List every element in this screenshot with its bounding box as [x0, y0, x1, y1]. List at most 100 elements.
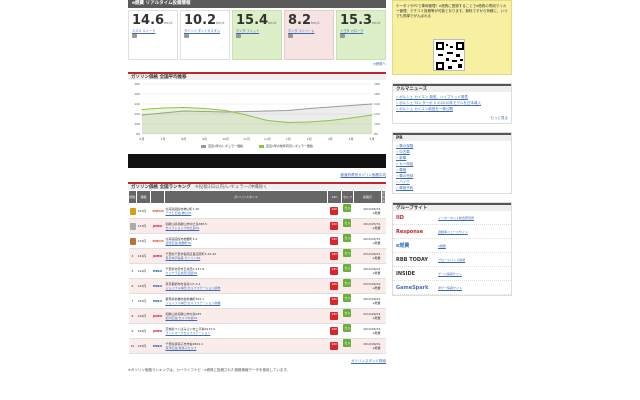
- realtime-card[interactable]: 8.2km/L ホンダ ストリーム: [284, 10, 334, 60]
- data-point: [287, 109, 289, 112]
- group-site-link[interactable]: 自動車ニュースサイト: [438, 230, 468, 234]
- self-service-badge: セルフ: [343, 309, 352, 323]
- realtime-cards: 14.6km/L スズキ ルシード 10.2km/L ダイハツ タントカスタム 15.4…: [128, 10, 386, 60]
- group-site-row[interactable]: IID インターネット総合研究所: [393, 211, 511, 225]
- news-more-link[interactable]: もっと見る: [393, 114, 511, 123]
- station-name-link[interactable]: ランドマークセルフステーション: [166, 331, 327, 335]
- pr-item[interactable]: 車検予約: [396, 185, 508, 191]
- rank-cell: 5: [128, 263, 137, 279]
- post-user: e燃費: [372, 301, 381, 305]
- brand-cell: ENEOS: [150, 203, 165, 219]
- spacer-cell: [381, 218, 386, 234]
- open-24h-cell: 24h: [327, 233, 342, 249]
- group-site-link[interactable]: インターネット総合研究所: [438, 216, 474, 220]
- group-site-link[interactable]: ゲーム情報サイト: [438, 272, 462, 276]
- data-point: [287, 121, 289, 124]
- spacer-cell: [381, 278, 386, 294]
- card-meta: [340, 34, 382, 38]
- group-site-row[interactable]: e燃費 e燃費: [393, 239, 511, 253]
- ranking-column-header: 投稿者: [380, 190, 387, 204]
- date-cell: 2010/05/31 e燃費: [353, 233, 382, 249]
- realtime-more-link[interactable]: e燃費へ: [128, 62, 386, 68]
- open-24h-cell: 24h: [327, 293, 342, 309]
- realtime-card[interactable]: 14.6km/L スズキ ルシード: [128, 10, 178, 60]
- station-name-link[interactable]: ジョイフル本田 セルフステーション前橋: [166, 301, 327, 305]
- group-site-row[interactable]: INSIDE ゲーム情報サイト: [393, 267, 511, 281]
- group-site-link[interactable]: ブロードバンド情報: [438, 258, 465, 262]
- realtime-card[interactable]: 10.2km/L ダイハツ タントカスタム: [180, 10, 230, 60]
- data-point: [350, 117, 352, 119]
- group-logo-icon[interactable]: RBB TODAY: [396, 257, 438, 263]
- date-cell: 2010/06/01 e燃費: [353, 338, 382, 354]
- station-name-link[interactable]: 道南石油 桔梗町SS: [166, 241, 327, 245]
- ranking-row[interactable]: 8 126円 JOMO 和歌山県和歌山市中島635 紀州石油 セルフ中島SS 24h セルフ…: [128, 308, 386, 324]
- ranking-row[interactable]: 123円 ENEOS 北海道函館市神山町7-20 アサヒ石油 神山SS 24h セルフ 20…: [128, 203, 386, 219]
- x-tick-label: 11月: [243, 137, 250, 141]
- data-point: [183, 106, 185, 109]
- station-name-link[interactable]: カジウラ五井西 国道SS: [166, 271, 327, 275]
- ranking-row[interactable]: 123円 JOMO 和歌山県和歌山市中之島388-5 セルフショップ中之島SS 24h セ…: [128, 218, 386, 234]
- station-name-link[interactable]: 東洋石油 我孫子セルフ: [166, 346, 327, 350]
- data-point: [308, 121, 310, 123]
- open-24h-cell: 24h: [327, 323, 342, 339]
- group-site-row[interactable]: RBB TODAY ブロードバンド情報: [393, 253, 511, 267]
- ranking-row[interactable]: 7 125円 ESSO 群馬県前橋市新前橋町556-1 ジョイフル本田 セルフステーショ…: [128, 293, 386, 309]
- station-search-link[interactable]: ガソリンスタンド検索: [128, 358, 386, 364]
- legend-swatch-icon: [201, 144, 207, 148]
- ranking-row[interactable]: 4 124円 JOMO 千葉県千葉市稲毛区長沼原町5-24-20 東日本宇佐美 ガソリン…: [128, 248, 386, 264]
- ranking-row[interactable]: 5 124円 ESSO 千葉県市原市五井西1-237-8 カジウラ五井西 国道SS 24h…: [128, 263, 386, 279]
- fuel-economy-unit: km/L: [311, 21, 320, 25]
- realtime-card[interactable]: 15.3km/L トヨタ カローラ: [336, 10, 386, 60]
- rank-cell: 10: [128, 338, 137, 354]
- x-tick-label: 9月: [202, 137, 207, 141]
- data-point: [266, 119, 269, 122]
- ranking-row[interactable]: 9 126円 JOMO 茨城県つくばみらい市上平柳1915-5 ランドマークセルフステー…: [128, 323, 386, 339]
- brand-cell: JOMO: [150, 248, 165, 264]
- prefecture-average-link[interactable]: 都道府県別ガソリン価格平均: [128, 172, 387, 178]
- y-tick-label: 100: [134, 122, 140, 126]
- brand-logo-icon: ENEOS: [152, 209, 164, 213]
- open-24h-cell: 24h: [327, 263, 342, 279]
- station-name-link[interactable]: 東日本宇佐美 ガソリンSS: [166, 256, 327, 260]
- ranking-row[interactable]: 123円 ENEOS 北海道函館市桔梗町3-2 道南石油 桔梗町SS 24h セルフ 201…: [128, 233, 386, 249]
- group-site-link[interactable]: 洋ゲー情報サイト: [438, 286, 462, 290]
- group-logo-icon[interactable]: INSIDE: [396, 271, 438, 277]
- ranking-row[interactable]: 6 125円 ESSO 東京都調布市多摩川7-3-4 ジョイフル本田 セルフステーション…: [128, 278, 386, 294]
- group-site-link[interactable]: e燃費: [438, 244, 446, 248]
- news-item[interactable]: ポルシェ カイエン新型を一挙公開: [396, 106, 508, 112]
- x-tick-label: 2月: [307, 137, 312, 141]
- group-logo-icon[interactable]: Response: [396, 229, 438, 235]
- ranking-row[interactable]: 10 126円 ESSO 千葉県我孫子市布佐2804-1 東洋石油 我孫子セルフ 24h セ…: [128, 338, 386, 354]
- station-cell: 茨城県つくばみらい市上平柳1915-5 ランドマークセルフステーション: [164, 323, 328, 339]
- group-site-row[interactable]: Response 自動車ニュースサイト: [393, 225, 511, 239]
- group-logo-icon[interactable]: GameSpark: [396, 285, 438, 291]
- realtime-card[interactable]: 15.4km/L ホンダ フィット: [232, 10, 282, 60]
- spacer-cell: [381, 293, 386, 309]
- mobile-ad[interactable]: ケータイやPCで車両管理！e燃費に登録することでe燃費の専用マイカー管理、クチコ…: [392, 0, 512, 75]
- y-tick-label-right: 180: [374, 82, 380, 86]
- price-cell: 126円: [136, 308, 151, 324]
- station-name-link[interactable]: 紀州石油 セルフ中島SS: [166, 316, 327, 320]
- brand-logo-icon: ESSO: [153, 299, 162, 303]
- self-service-cell: セルフ: [341, 203, 354, 219]
- car-model-link[interactable]: ダイハツ タントカスタム: [184, 29, 226, 34]
- price-cell: 126円: [136, 338, 151, 354]
- fuel-economy-value: 8.2: [288, 13, 312, 28]
- station-name-link[interactable]: ジョイフル本田 セルフステーション調布: [166, 286, 327, 290]
- open-24h-badge: 24h: [330, 282, 339, 290]
- y-tick-label-right: 140: [374, 102, 380, 106]
- self-service-badge: セルフ: [343, 204, 352, 218]
- station-name-link[interactable]: アサヒ石油 神山SS: [166, 211, 327, 215]
- open-24h-cell: 24h: [327, 308, 342, 324]
- group-site-row[interactable]: GameSpark 洋ゲー情報サイト: [393, 281, 511, 295]
- station-cell: 千葉県我孫子市布佐2804-1 東洋石油 我孫子セルフ: [164, 338, 328, 354]
- open-24h-badge: 24h: [330, 312, 339, 320]
- group-logo-icon[interactable]: IID: [396, 215, 438, 221]
- fuel-economy-value: 15.3: [340, 13, 373, 28]
- open-24h-badge: 24h: [330, 207, 339, 215]
- brand-cell: ESSO: [150, 293, 165, 309]
- station-name-link[interactable]: セルフショップ中之島SS: [166, 226, 327, 230]
- group-logo-icon[interactable]: e燃費: [396, 242, 438, 249]
- user-badge-icon: [340, 34, 345, 38]
- data-point: [350, 104, 352, 107]
